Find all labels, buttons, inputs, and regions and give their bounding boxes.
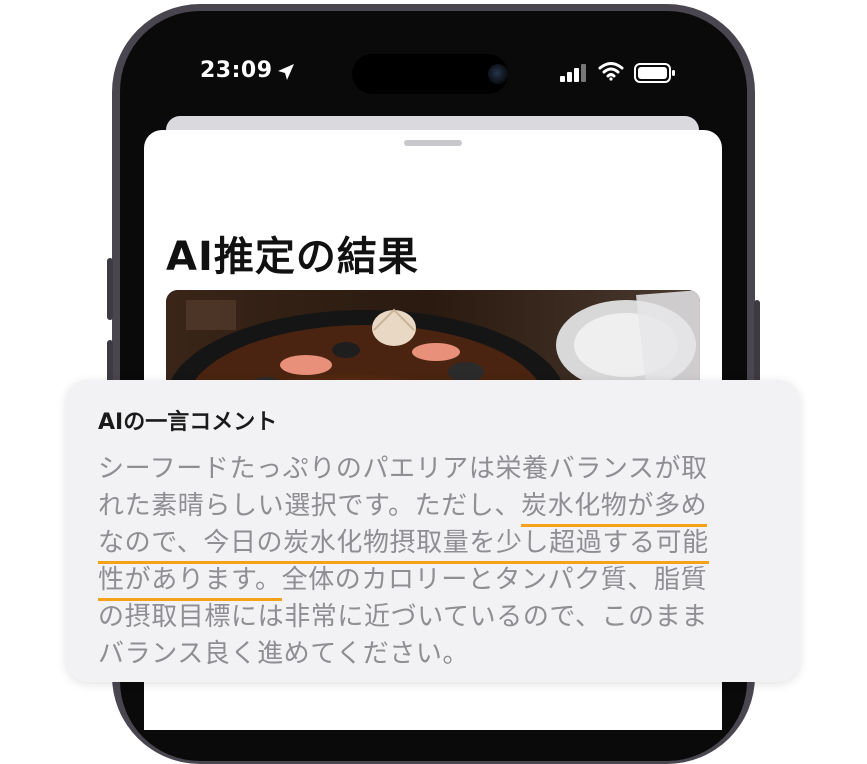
comment-text: シーフードたっぷりのパエリアは栄養バランスが取 bbox=[98, 454, 708, 484]
battery-icon bbox=[634, 63, 675, 83]
comment-line: シーフードたっぷりのパエリアは栄養バランスが取 bbox=[98, 454, 708, 484]
page-title: AI推定の結果 bbox=[166, 234, 419, 280]
comment-highlight: 性があります。 bbox=[98, 565, 282, 601]
comment-line: バランス良く進めてください。 bbox=[98, 639, 469, 669]
location-arrow-icon bbox=[278, 64, 294, 80]
comment-highlight: なので、今日の炭水化物摂取量を少し超過する可能 bbox=[98, 528, 709, 564]
ai-comment-card: AIの一言コメント シーフードたっぷりのパエリアは栄養バランスが取 れた素晴らし… bbox=[66, 380, 800, 682]
dynamic-island bbox=[352, 54, 508, 94]
comment-line: れた素晴らしい選択です。ただし、炭水化物が多め bbox=[98, 491, 708, 527]
paella-illustration bbox=[166, 290, 700, 390]
comment-text: れた素晴らしい選択です。ただし、 bbox=[98, 491, 522, 521]
comment-line: なので、今日の炭水化物摂取量を少し超過する可能 bbox=[98, 528, 709, 564]
status-time: 23:09 bbox=[200, 58, 273, 83]
power-button bbox=[754, 300, 760, 390]
comment-text: の摂取目標には非常に近づいているので、このまま bbox=[98, 602, 708, 632]
comment-title: AIの一言コメント bbox=[98, 410, 278, 435]
wifi-icon bbox=[598, 62, 624, 81]
volume-up-button bbox=[107, 258, 113, 320]
sheet-grabber[interactable] bbox=[404, 140, 462, 146]
paella-photo bbox=[166, 290, 700, 390]
comment-text: 全体のカロリーとタンパク質、脂質 bbox=[281, 565, 708, 595]
front-camera-icon bbox=[488, 64, 508, 84]
cellular-signal-icon bbox=[560, 64, 586, 82]
comment-line: 性があります。全体のカロリーとタンパク質、脂質 bbox=[98, 565, 708, 601]
comment-highlight: 炭水化物が多め bbox=[521, 491, 708, 527]
comment-text: バランス良く進めてください。 bbox=[98, 639, 470, 669]
comment-line: の摂取目標には非常に近づいているので、このまま bbox=[98, 602, 708, 632]
